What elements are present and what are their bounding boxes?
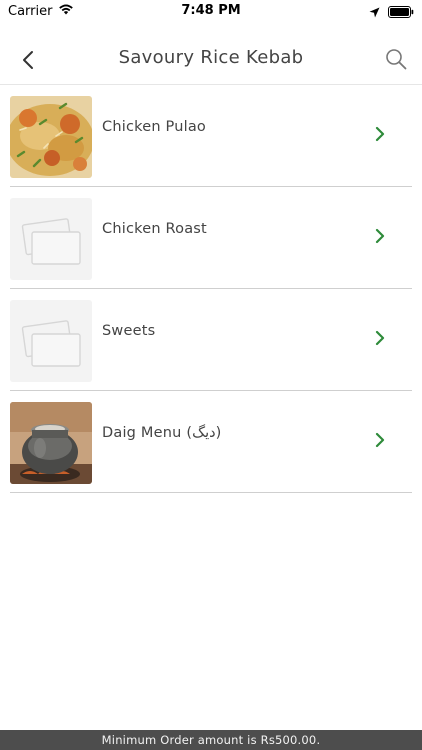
item-label: Chicken Pulao — [102, 119, 206, 135]
daig-pot-photo — [10, 402, 92, 484]
item-label: Chicken Roast — [102, 221, 207, 237]
status-time: 7:48 PM — [181, 3, 241, 18]
status-right — [369, 3, 414, 22]
navigation-bar: Savoury Rice Kebab — [0, 36, 422, 84]
chicken-pulao-photo — [10, 96, 92, 178]
status-bar: Carrier 7:48 PM — [0, 0, 422, 22]
placeholder-image-icon — [10, 300, 92, 382]
search-icon — [386, 49, 407, 70]
list-item-chicken-pulao[interactable]: Chicken Pulao — [0, 85, 422, 187]
list-item-daig-menu[interactable]: Daig Menu (دیگ) — [0, 391, 422, 493]
chevron-right-icon — [375, 432, 385, 448]
page-title: Savoury Rice Kebab — [118, 47, 304, 68]
battery-icon — [388, 3, 414, 22]
list-item-chicken-roast[interactable]: Chicken Roast — [0, 187, 422, 289]
chevron-right-icon — [375, 228, 385, 244]
search-button[interactable] — [382, 45, 410, 73]
list-divider — [10, 492, 412, 493]
minimum-order-banner: Minimum Order amount is Rs500.00. — [0, 730, 422, 750]
chevron-right-icon — [375, 126, 385, 142]
item-label: Daig Menu (دیگ) — [102, 425, 222, 441]
list-item-sweets[interactable]: Sweets — [0, 289, 422, 391]
item-label: Sweets — [102, 323, 156, 339]
chevron-left-icon — [23, 51, 33, 69]
chevron-right-icon — [375, 330, 385, 346]
minimum-order-text: Minimum Order amount is Rs500.00. — [101, 733, 321, 747]
category-list: Chicken Pulao Chicken Roast Sweets Daig … — [0, 85, 422, 493]
placeholder-image-icon — [10, 198, 92, 280]
back-button[interactable] — [14, 46, 42, 74]
location-arrow-icon — [369, 3, 380, 22]
